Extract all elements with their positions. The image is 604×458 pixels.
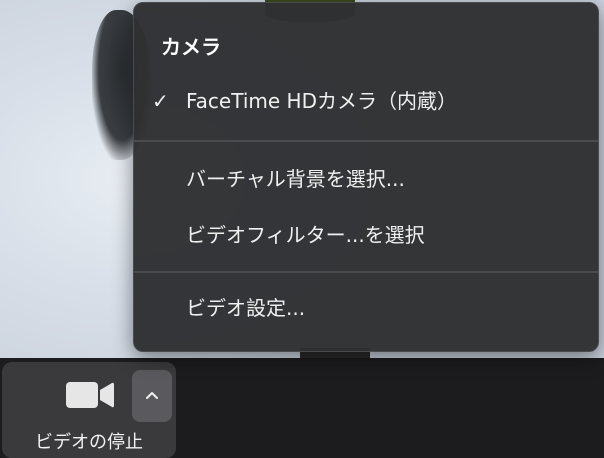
menu-item-virtual-background[interactable]: バーチャル背景を選択... (134, 159, 598, 199)
camera-dropdown-menu: カメラ ✓ FaceTime HDカメラ（内蔵） バーチャル背景を選択... ビ… (133, 2, 599, 352)
menu-item-label: FaceTime HDカメラ（内蔵） (186, 89, 457, 113)
menu-header-camera: カメラ (161, 35, 221, 59)
stop-video-button[interactable]: ビデオの停止 (2, 362, 176, 458)
zoom-window: ビデオの停止 カメラ ✓ FaceTime HDカメラ（内蔵） バーチャル背景を… (0, 0, 604, 458)
menu-item-video-settings[interactable]: ビデオ設定... (134, 288, 598, 328)
meeting-toolbar: ビデオの停止 (0, 358, 604, 458)
video-options-button[interactable] (132, 370, 172, 422)
chevron-up-icon (146, 392, 158, 399)
checkmark-icon: ✓ (152, 89, 169, 113)
menu-separator (134, 271, 598, 273)
menu-separator (134, 140, 598, 142)
menu-item-label: ビデオ設定... (186, 296, 306, 320)
menu-item-video-filter[interactable]: ビデオフィルター...を選択 (134, 215, 598, 255)
menu-item-label: ビデオフィルター...を選択 (186, 223, 425, 247)
stop-video-label: ビデオの停止 (35, 432, 143, 453)
menu-item-facetime-camera[interactable]: ✓ FaceTime HDカメラ（内蔵） (134, 81, 598, 121)
menu-item-label: バーチャル背景を選択... (186, 167, 405, 191)
video-camera-icon (64, 380, 116, 410)
